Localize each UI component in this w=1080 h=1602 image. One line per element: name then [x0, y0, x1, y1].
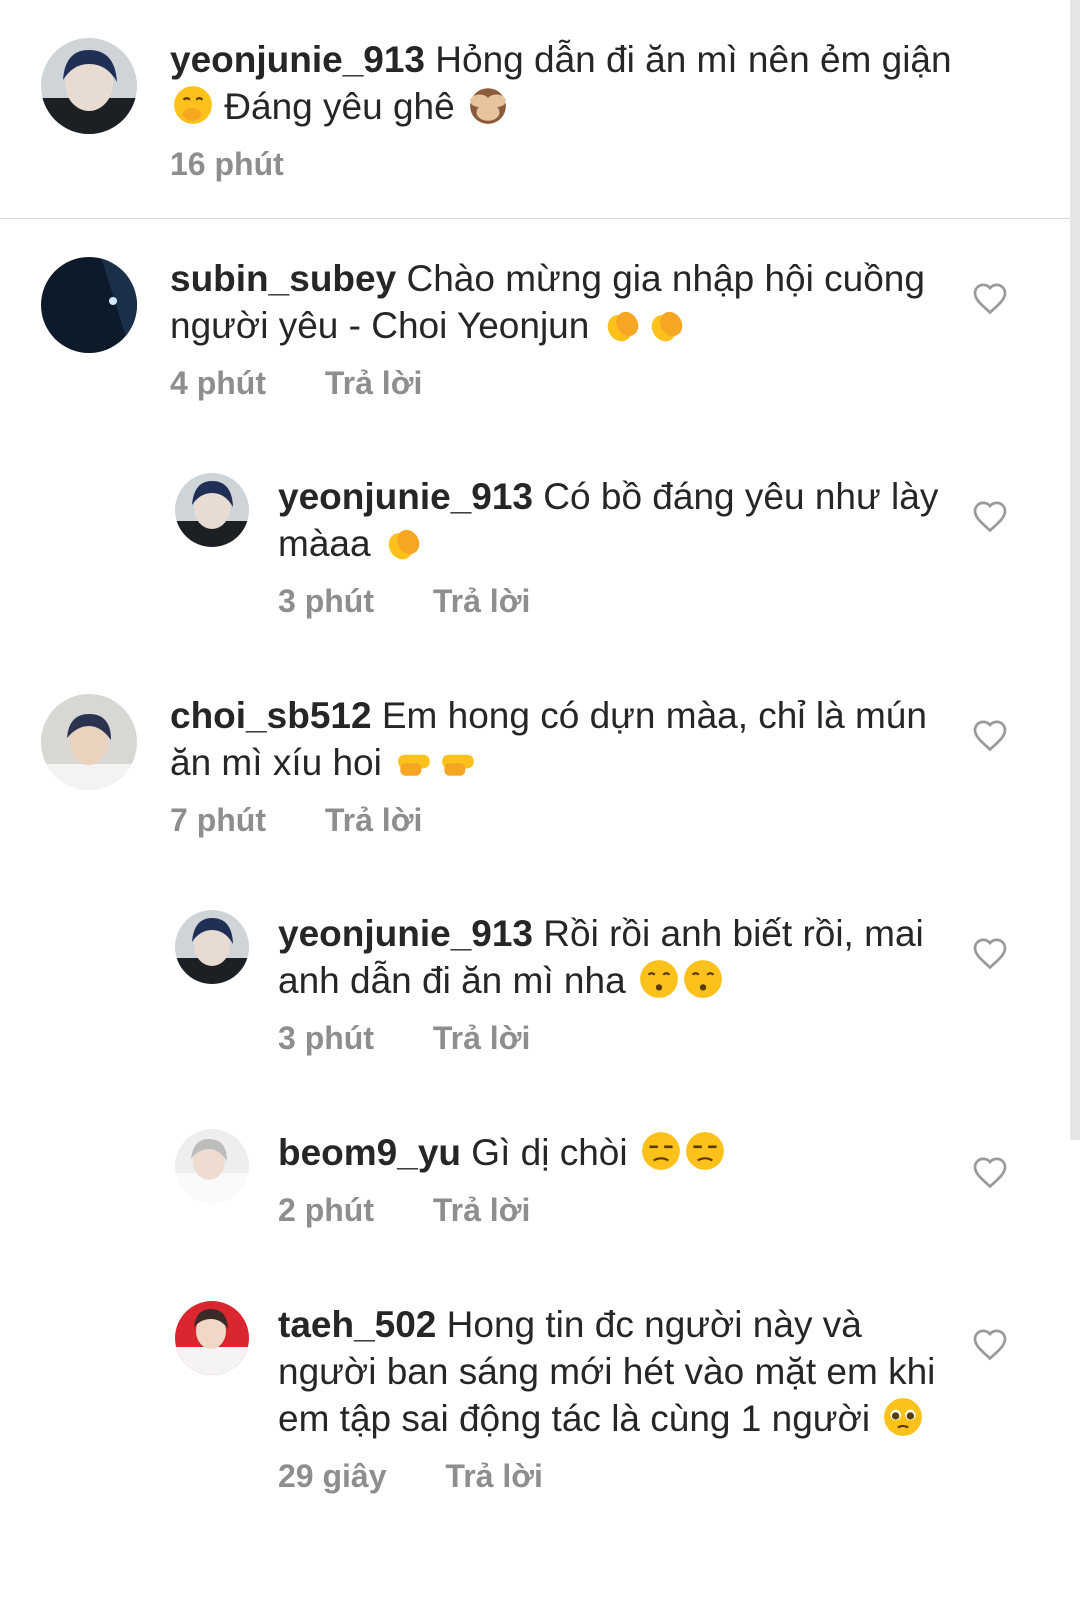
pointing-hand-emoji-icon [398, 754, 430, 776]
heart-icon[interactable] [972, 936, 1008, 972]
clapping-hands-emoji-icon [388, 529, 420, 560]
username[interactable]: beom9_yu [278, 1132, 461, 1173]
reply-button[interactable]: Trả lời [325, 363, 422, 403]
timestamp: 3 phút [278, 1020, 374, 1056]
see-no-evil-monkey-emoji-icon [470, 88, 506, 124]
username[interactable]: choi_sb512 [170, 695, 372, 736]
hand-over-mouth-emoji-icon [174, 86, 212, 124]
unamused-face-emoji-icon [685, 1132, 724, 1170]
reply-button[interactable]: Trả lời [433, 1190, 530, 1230]
clapping-hands-emoji-icon [607, 311, 638, 342]
reply-button[interactable]: Trả lời [325, 800, 422, 840]
username[interactable]: yeonjunie_913 [170, 39, 425, 80]
avatar[interactable] [175, 473, 249, 547]
scrollbar[interactable] [1070, 0, 1080, 1140]
avatar[interactable] [41, 694, 137, 790]
timestamp: 4 phút [170, 365, 266, 401]
caption-meta: 16 phút [170, 144, 970, 184]
timestamp: 16 phút [170, 146, 284, 182]
timestamp: 7 phút [170, 802, 266, 838]
kissing-face-emoji-icon [640, 960, 678, 998]
kissing-face-emoji-icon [684, 960, 722, 998]
caption-text: Hỏng dẫn đi ăn mì nên ẻm giận [435, 39, 952, 80]
username[interactable]: subin_subey [170, 258, 396, 299]
pointing-hand-emoji-icon [442, 754, 474, 776]
unamused-face-emoji-icon [641, 1132, 680, 1170]
heart-icon[interactable] [972, 1327, 1008, 1363]
reply-button[interactable]: Trả lời [445, 1456, 542, 1496]
avatar[interactable] [41, 257, 137, 353]
avatar[interactable] [175, 1129, 249, 1203]
pleading-face-emoji-icon [884, 1398, 923, 1436]
heart-icon[interactable] [972, 281, 1008, 317]
username[interactable]: yeonjunie_913 [278, 913, 533, 954]
heart-icon[interactable] [972, 1155, 1008, 1191]
timestamp: 3 phút [278, 583, 374, 619]
heart-icon[interactable] [972, 718, 1008, 754]
reply-button[interactable]: Trả lời [433, 1018, 530, 1058]
reply-button[interactable]: Trả lời [433, 581, 530, 621]
caption-text-2: Đáng yêu ghê [224, 86, 455, 127]
comment-text: Gì dị chòi [471, 1132, 628, 1173]
username[interactable]: taeh_502 [278, 1304, 436, 1345]
clapping-hands-emoji-icon [651, 311, 682, 342]
avatar[interactable] [41, 38, 137, 134]
username[interactable]: yeonjunie_913 [278, 476, 533, 517]
post-caption: yeonjunie_913 Hỏng dẫn đi ăn mì nên ẻm g… [0, 0, 1070, 219]
timestamp: 2 phút [278, 1192, 374, 1228]
avatar[interactable] [175, 1301, 249, 1375]
heart-icon[interactable] [972, 499, 1008, 535]
avatar[interactable] [175, 910, 249, 984]
timestamp: 29 giây [278, 1458, 387, 1494]
